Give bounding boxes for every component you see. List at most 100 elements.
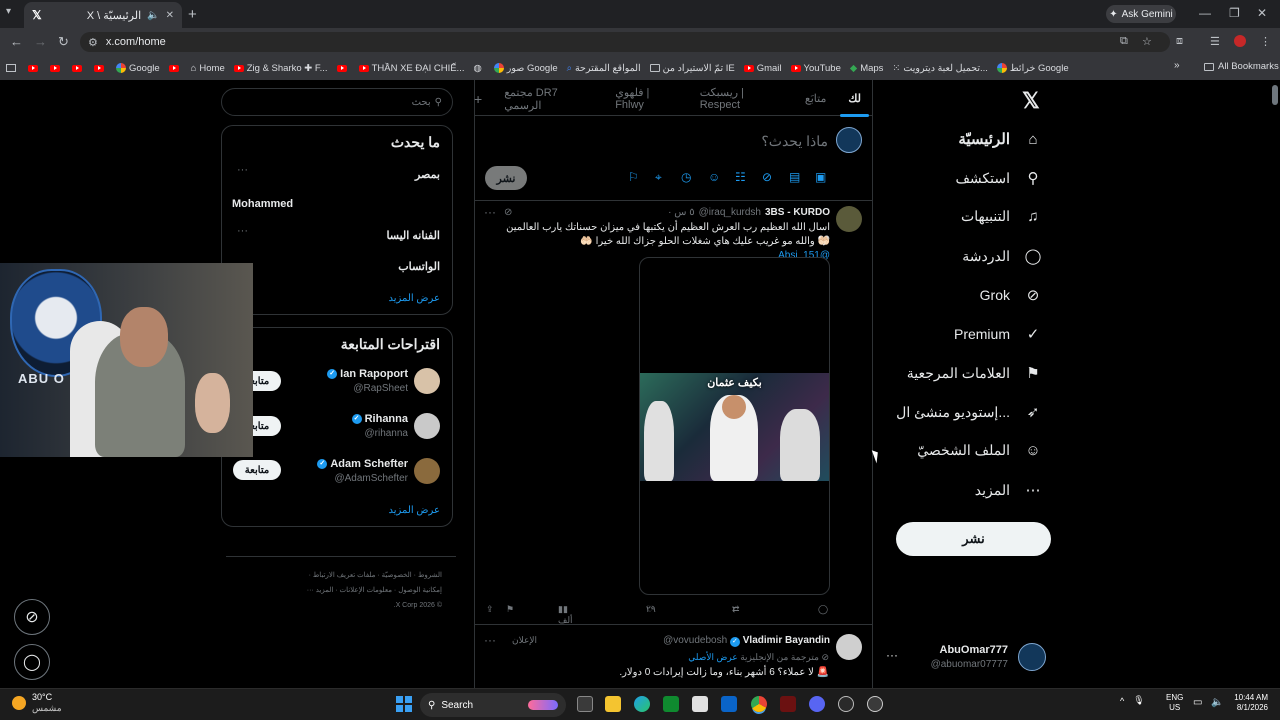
nav-more[interactable]: المزيد ⋯ [975, 481, 1042, 500]
bookmark-item[interactable]: Google [116, 63, 160, 74]
tab-dr7-community[interactable]: مجتمع DR7 الرسمي [504, 86, 593, 112]
post-more-icon[interactable]: ··· [484, 205, 496, 219]
page-scrollbar[interactable] [1270, 80, 1280, 688]
ask-gemini-button[interactable]: ✦ Ask Gemini [1106, 5, 1176, 23]
nav-premium[interactable]: Premium ✓ [954, 325, 1042, 343]
suggestion-name[interactable]: ✓ Adam Schefter [317, 458, 408, 470]
bookmark-item[interactable]: ⌂ Home [191, 63, 225, 74]
search-input[interactable]: ⚲ بحث [221, 88, 453, 116]
composer-post-button[interactable]: نشر [485, 166, 527, 190]
post-avatar[interactable] [836, 206, 862, 232]
chrome-menu-icon[interactable]: ⋮ [1260, 35, 1271, 48]
start-button[interactable] [396, 696, 412, 712]
footer-links[interactable]: إمكانية الوصول · معلومات الإعلانات · الم… [226, 583, 442, 598]
post-video[interactable]: بكيف عثمان [639, 257, 830, 595]
task-view-icon[interactable] [577, 696, 593, 712]
bookmark-icon[interactable]: ⚑ [506, 604, 514, 615]
bookmark-item[interactable]: خرائط Google [996, 63, 1069, 74]
nav-bookmarks[interactable]: العلامات المرجعية ⚑ [907, 364, 1042, 383]
bookmark-star-icon[interactable]: ☆ [1142, 35, 1152, 48]
composer-avatar[interactable] [836, 127, 862, 153]
account-switcher[interactable]: AbuOmar777 @abuomar07777 ··· [886, 642, 1046, 674]
suggestion-avatar[interactable] [414, 368, 440, 394]
post-author-handle[interactable]: @vovudebosh [663, 635, 727, 646]
nav-explore[interactable]: استكشف ⚲ [955, 169, 1042, 188]
emoji-icon[interactable]: ☺ [708, 170, 720, 184]
post-more-icon[interactable]: ··· [484, 633, 496, 647]
bookmark-item[interactable] [168, 64, 182, 72]
chrome-icon[interactable] [751, 696, 767, 712]
tab-search-icon[interactable]: ▾ [6, 6, 11, 17]
apps-icon[interactable] [6, 64, 16, 72]
share-icon[interactable]: ⇪ [486, 604, 494, 615]
bookmark-item[interactable]: ⁙ تحميل لعبة ديترويت... [892, 63, 987, 74]
microphone-icon[interactable]: 🎙 [1133, 695, 1144, 706]
store-icon[interactable] [692, 696, 708, 712]
app-icon[interactable] [867, 696, 883, 712]
nav-profile[interactable]: الملف الشخصيّ ☺ [917, 442, 1042, 459]
trend-item[interactable]: Mohammed [232, 198, 293, 210]
bookmark-folder[interactable]: تمّ الاستيراد من IE [649, 63, 735, 74]
location-icon[interactable]: ⌖ [655, 170, 662, 185]
show-original-link[interactable]: عرض الأصلي [688, 652, 737, 662]
profile-avatar-icon[interactable] [1234, 35, 1246, 47]
maximize-button[interactable]: ❐ [1229, 6, 1240, 20]
schedule-icon[interactable]: ◷ [681, 170, 691, 184]
taskbar-search[interactable]: ⚲ Search [420, 693, 566, 717]
bookmark-item[interactable]: Gmail [743, 63, 782, 74]
tab-following[interactable]: متابَع [805, 92, 826, 105]
weather-widget[interactable]: 30°C مشمس [12, 692, 62, 714]
new-tab-button[interactable]: + [188, 6, 197, 23]
post-author-handle[interactable]: @iraq_kurdsh [699, 207, 761, 218]
post-time[interactable]: · ٥ س [668, 207, 694, 218]
mail-icon[interactable] [721, 696, 737, 712]
file-explorer-icon[interactable] [605, 696, 621, 712]
discord-icon[interactable] [809, 696, 825, 712]
volume-icon[interactable]: 🔈 [1211, 697, 1223, 708]
speaker-icon[interactable]: 🔈 [147, 10, 159, 21]
post-avatar[interactable] [836, 634, 862, 660]
edge-icon[interactable] [634, 696, 650, 712]
bookmark-item[interactable]: YouTube [790, 63, 841, 74]
suggestion-name[interactable]: ✓ Ian Rapoport [327, 368, 408, 380]
nav-notifications[interactable]: التنبيهات ♫ [961, 208, 1042, 225]
grok-icon[interactable]: ⊘ [762, 170, 772, 184]
bookmark-item[interactable] [72, 64, 85, 72]
language-indicator[interactable]: ENG US [1166, 693, 1183, 713]
chat-floating-button[interactable]: ◯ [14, 644, 50, 680]
post-button[interactable]: نشر [896, 522, 1051, 556]
scrollbar-thumb[interactable] [1272, 85, 1278, 105]
install-app-icon[interactable]: ⧉ [1120, 35, 1128, 48]
bookmark-item[interactable]: THẦN XE ĐẠI CHIẾ... [358, 63, 464, 74]
trend-item[interactable]: الفنانه اليسا [386, 229, 440, 242]
back-button[interactable]: ← [10, 34, 23, 49]
grok-floating-button[interactable]: ⊘ [14, 599, 50, 635]
address-bar[interactable]: ⚙ x.com/home [80, 32, 1170, 52]
app-icon[interactable] [838, 696, 854, 712]
add-tab-icon[interactable]: + [474, 91, 482, 107]
nav-grok[interactable]: Grok ⊘ [980, 286, 1042, 304]
tab-for-you[interactable]: لك [840, 92, 869, 117]
nav-creator-studio[interactable]: إستوديو منشئ ال... ➶ [896, 403, 1042, 422]
flag-icon[interactable]: ⚐ [628, 170, 639, 184]
bookmark-item[interactable]: Zig & Sharko ✚ F... [233, 63, 328, 74]
trend-item[interactable]: بمصر [415, 168, 440, 181]
suggestion-name[interactable]: ✓ Rihanna [351, 413, 408, 425]
site-info-icon[interactable]: ⚙ [88, 36, 98, 49]
browser-tab[interactable]: 𝕏 X \ الرئيسيّة 🔈 ✕ [24, 2, 182, 28]
suggestion-avatar[interactable] [414, 458, 440, 484]
reading-list-icon[interactable]: ☰ [1210, 35, 1220, 48]
bookmark-item[interactable] [94, 64, 107, 72]
follow-show-more-link[interactable]: عرض المزيد [388, 505, 440, 516]
extensions-icon[interactable]: ⧈ [1176, 35, 1183, 48]
trend-more-icon[interactable]: ··· [237, 164, 248, 176]
poll-icon[interactable]: ☷ [735, 170, 746, 184]
close-window-button[interactable]: ✕ [1257, 6, 1267, 20]
tray-overflow-icon[interactable]: ^ [1120, 696, 1124, 706]
image-icon[interactable]: ▣ [815, 170, 826, 184]
suggestion-avatar[interactable] [414, 413, 440, 439]
tab-close-icon[interactable]: ✕ [166, 10, 174, 21]
trend-more-icon[interactable]: ··· [237, 225, 248, 237]
forward-button[interactable]: → [34, 34, 47, 49]
nav-home[interactable]: الرئيسيّة ⌂ [958, 130, 1042, 149]
